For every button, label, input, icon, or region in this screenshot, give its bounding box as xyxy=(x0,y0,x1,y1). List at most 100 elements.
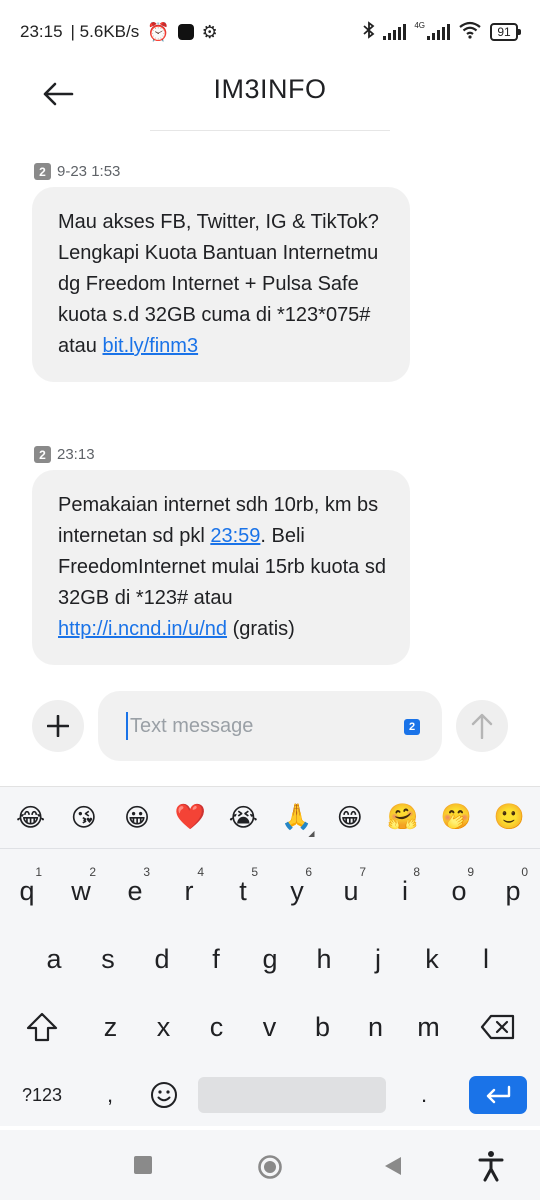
key-l[interactable]: l xyxy=(459,925,513,993)
key-u[interactable]: u7 xyxy=(324,857,378,925)
back-triangle-icon xyxy=(385,1157,401,1175)
key-d[interactable]: d xyxy=(135,925,189,993)
keyboard: 😂 😘 😀 ❤️ 😭 🙏 ◢ 😁 🤗 🤭 🙂 q1 w2 e3 r4 t5 y6 … xyxy=(0,786,540,1126)
message-timestamp: 9-23 1:53 xyxy=(57,163,121,180)
key-letter: y xyxy=(290,875,304,906)
text-cursor xyxy=(126,712,128,740)
comma-key[interactable]: , xyxy=(84,1061,136,1129)
key-o[interactable]: o9 xyxy=(432,857,486,925)
emoji-key[interactable]: 😂 xyxy=(9,803,53,833)
key-t[interactable]: t5 xyxy=(216,857,270,925)
send-arrow-up-icon xyxy=(471,713,493,739)
sim-badge: 2 xyxy=(34,163,51,180)
key-number-hint: 4 xyxy=(197,865,204,879)
message-text: (gratis) xyxy=(227,618,295,640)
settings-gear-icon: ⚙ xyxy=(201,22,218,42)
key-p[interactable]: p0 xyxy=(486,857,540,925)
emoji-key[interactable]: 😁 xyxy=(328,803,372,833)
key-letter: i xyxy=(402,875,408,906)
key-letter: q xyxy=(19,875,35,906)
space-bar xyxy=(198,1077,386,1113)
network-type-label: 4G xyxy=(414,20,425,30)
emoji-key-variants[interactable]: 🙏 ◢ xyxy=(275,803,319,838)
keyboard-row-2: a s d f g h j k l xyxy=(0,925,540,993)
message-bubble[interactable]: Pemakaian internet sdh 10rb, km bs inter… xyxy=(32,470,410,665)
message-input-placeholder: Text message xyxy=(130,714,254,737)
emoji-key[interactable]: 🤭 xyxy=(434,803,478,832)
message-timestamp: 23:13 xyxy=(57,446,95,463)
message-meta: 2 9-23 1:53 xyxy=(34,163,120,180)
message-link-url[interactable]: http://i.ncnd.in/u/nd xyxy=(58,618,227,640)
key-r[interactable]: r4 xyxy=(162,857,216,925)
key-h[interactable]: h xyxy=(297,925,351,993)
key-s[interactable]: s xyxy=(81,925,135,993)
emoji-keyboard-key[interactable] xyxy=(136,1061,192,1129)
emoji-key[interactable]: ❤️ xyxy=(168,803,212,832)
message-bubble[interactable]: Mau akses FB, Twitter, IG & TikTok? Leng… xyxy=(32,187,410,382)
key-letter: u xyxy=(343,875,359,906)
key-number-hint: 3 xyxy=(143,865,150,879)
key-g[interactable]: g xyxy=(243,925,297,993)
recents-button[interactable] xyxy=(134,1156,152,1174)
battery-icon: 91 xyxy=(490,23,521,41)
backspace-key[interactable] xyxy=(455,993,540,1061)
emoji-key[interactable]: 😭 xyxy=(221,803,265,833)
period-key[interactable]: . xyxy=(392,1061,456,1129)
header-divider xyxy=(150,130,390,131)
backspace-icon xyxy=(480,1014,514,1040)
key-letter: o xyxy=(451,875,467,906)
sim-selector-icon[interactable]: 2 xyxy=(404,719,420,735)
system-nav-bar xyxy=(0,1130,540,1200)
space-key[interactable] xyxy=(192,1061,392,1129)
emoji-key[interactable]: 😘 xyxy=(62,803,106,833)
emoji-suggestion-row: 😂 😘 😀 ❤️ 😭 🙏 ◢ 😁 🤗 🤭 🙂 xyxy=(0,787,540,849)
key-number-hint: 9 xyxy=(467,865,474,879)
message-meta: 2 23:13 xyxy=(34,446,95,463)
back-nav-button[interactable] xyxy=(384,1156,402,1176)
wifi-icon xyxy=(458,21,482,44)
key-f[interactable]: f xyxy=(189,925,243,993)
key-number-hint: 8 xyxy=(413,865,420,879)
key-m[interactable]: m xyxy=(402,993,455,1061)
key-b[interactable]: b xyxy=(296,993,349,1061)
emoji-key[interactable]: 🙂 xyxy=(487,803,531,832)
status-right: 4G 91 xyxy=(363,20,521,44)
smiley-icon xyxy=(151,1082,177,1108)
key-i[interactable]: i8 xyxy=(378,857,432,925)
keyboard-row-3: z x c v b n m xyxy=(0,993,540,1061)
key-n[interactable]: n xyxy=(349,993,402,1061)
key-k[interactable]: k xyxy=(405,925,459,993)
key-x[interactable]: x xyxy=(137,993,190,1061)
shift-key[interactable] xyxy=(0,993,84,1061)
home-button[interactable] xyxy=(257,1154,283,1180)
message-link[interactable]: bit.ly/finm3 xyxy=(102,335,198,357)
key-q[interactable]: q1 xyxy=(0,857,54,925)
key-letter: t xyxy=(239,875,247,906)
key-z[interactable]: z xyxy=(84,993,137,1061)
plus-icon xyxy=(47,715,69,737)
keyboard-row-4: ?123 , . xyxy=(0,1061,540,1129)
emoji-key[interactable]: 😀 xyxy=(115,803,159,833)
key-y[interactable]: y6 xyxy=(270,857,324,925)
emoji-key[interactable]: 🤗 xyxy=(381,803,425,832)
message-input[interactable]: Text message 2 xyxy=(98,691,442,761)
send-button[interactable] xyxy=(456,700,508,752)
key-v[interactable]: v xyxy=(243,993,296,1061)
key-c[interactable]: c xyxy=(190,993,243,1061)
accessibility-button[interactable] xyxy=(478,1150,504,1182)
enter-key[interactable] xyxy=(456,1061,540,1129)
key-j[interactable]: j xyxy=(351,925,405,993)
enter-return-icon xyxy=(486,1085,511,1104)
emoji-glyph: 🙏 xyxy=(280,803,313,831)
key-a[interactable]: a xyxy=(27,925,81,993)
message-link-time[interactable]: 23:59 xyxy=(210,525,260,547)
signal-strength-icon-1 xyxy=(383,24,407,40)
square-icon xyxy=(134,1156,152,1174)
status-time: 23:15 xyxy=(20,22,63,41)
key-w[interactable]: w2 xyxy=(54,857,108,925)
accessibility-icon xyxy=(478,1151,504,1182)
symbols-key[interactable]: ?123 xyxy=(0,1061,84,1129)
key-e[interactable]: e3 xyxy=(108,857,162,925)
key-letter: p xyxy=(505,875,521,906)
add-attachment-button[interactable] xyxy=(32,700,84,752)
